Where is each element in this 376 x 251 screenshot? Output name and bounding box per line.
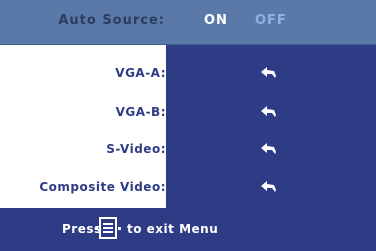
exit-menu-label: to exit Menu: [127, 222, 219, 236]
enter-icon[interactable]: [261, 181, 277, 193]
source-label-s-video: S-Video:: [106, 142, 166, 156]
auto-source-off-option[interactable]: OFF: [255, 13, 287, 28]
enter-icon[interactable]: [261, 106, 277, 118]
enter-icon[interactable]: [261, 67, 277, 79]
menu-key-icon: [95, 217, 121, 239]
enter-icon[interactable]: [261, 143, 277, 155]
footer-bar: Press to exit Menu: [0, 208, 376, 251]
source-label-vga-a: VGA-A:: [115, 66, 166, 80]
source-label-vga-b: VGA-B:: [115, 105, 166, 119]
auto-source-on-option[interactable]: ON: [204, 13, 228, 28]
auto-source-label: Auto Source:: [58, 13, 165, 28]
osd-source-menu: Auto Source: ON OFF VGA-A: VGA-B: S-Vide…: [0, 0, 376, 251]
auto-source-row[interactable]: Auto Source: ON OFF: [0, 0, 376, 45]
source-label-composite-video: Composite Video:: [39, 180, 166, 194]
